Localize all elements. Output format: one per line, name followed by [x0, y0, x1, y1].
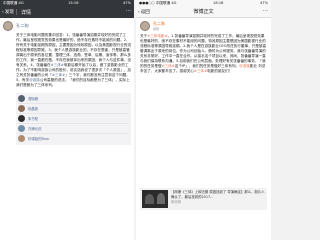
back-button[interactable]: ‹ 发现 — [2, 6, 14, 18]
avatar[interactable] — [18, 114, 25, 122]
hashtag-link[interactable]: #三体电影# — [147, 34, 167, 38]
avatar[interactable] — [18, 104, 25, 112]
avatar[interactable] — [3, 21, 13, 31]
card-source: 新浪网 — [171, 200, 182, 204]
more-icon[interactable]: ··· — [263, 6, 268, 17]
mention-link[interactable]: @游族 — [29, 78, 40, 82]
nav-divider — [16, 9, 17, 15]
weibo-post-screen: ●●●○○ 中国联通 4G 18:18 47% ‹ 返回 微博正文 ··· 孔二… — [136, 0, 271, 240]
link-card[interactable]: 【网爆《三体》上映无期 原因找到了 导演确定】那么，制片人确认了，最后找到的20… — [140, 188, 267, 210]
card-info: 【网爆《三体》上映无期 原因找到了 导演确定】那么，制片人确认了，最后找到的20… — [171, 190, 265, 208]
comment-item[interactable]: 好壤姐的Bear — [18, 134, 129, 144]
hashtag-link[interactable]: #三体# — [52, 73, 65, 77]
avatar[interactable] — [18, 94, 25, 102]
commenter-name[interactable]: 刘满长庆 — [28, 126, 42, 131]
card-title: 【网爆《三体》上映无期 原因找到了 导演确定】那么，制片人确认了，最后找到的20… — [171, 190, 265, 199]
commenter-name[interactable]: 杨晶彬 — [28, 106, 38, 111]
comment-item[interactable]: 杨晶彬 — [18, 104, 129, 114]
author-block: 孔二狗 刚刚 — [153, 21, 165, 31]
comment-list: 谭晓峰 杨晶彬 朱书阳 刘满长庆 好壤姐的Bear — [16, 92, 131, 145]
post-header: 孔二狗 刚刚 — [136, 18, 271, 34]
chevron-left-icon: ‹ — [2, 9, 4, 15]
post-time: 刚刚 — [153, 27, 160, 31]
hashtag-link[interactable]: #三体# — [162, 64, 175, 68]
nav-bar: ‹ 返回 微博正文 ··· — [136, 6, 271, 18]
wechat-moments-screen: 中国联通 4G 15:16 47% ‹ 发现 详情 ··· 孔二狗 关于三体电影… — [0, 0, 134, 240]
avatar[interactable] — [140, 21, 150, 31]
nav-bar: ‹ 发现 详情 ··· — [0, 6, 134, 18]
mention-link[interactable]: @游族 — [239, 64, 250, 68]
comment-item[interactable]: 朱书阳 — [18, 114, 129, 124]
more-icon[interactable]: ··· — [126, 6, 131, 17]
hashtag-link[interactable]: #三体# — [194, 69, 207, 73]
comment-item[interactable]: 谭晓峰 — [18, 94, 129, 104]
post-body: 关于#三体电影#。1.张番番导演如期并较好的完成了工作。最后呈现视觉效果也是最好… — [140, 34, 267, 74]
commenter-name[interactable]: 朱书阳 — [28, 116, 38, 121]
avatar[interactable] — [18, 124, 25, 132]
post-body: 关于三体电影问题的集中回答：1、张番番导演如期并较好的完成了工作。最后呈现视觉的… — [16, 33, 131, 88]
avatar[interactable] — [18, 135, 25, 143]
comment-item[interactable]: 刘满长庆 — [18, 124, 129, 134]
post-header: 孔二狗 — [0, 18, 134, 32]
page-title: 微博正文 — [193, 8, 214, 15]
commenter-name[interactable]: 好壤姐的Bear — [28, 136, 49, 141]
commenter-name[interactable]: 谭晓峰 — [28, 96, 38, 101]
hashtag-link[interactable]: #三体# — [51, 63, 64, 67]
card-thumbnail — [142, 190, 168, 208]
page-title: 详情 — [21, 9, 32, 16]
author-name[interactable]: 孔二狗 — [16, 23, 29, 29]
